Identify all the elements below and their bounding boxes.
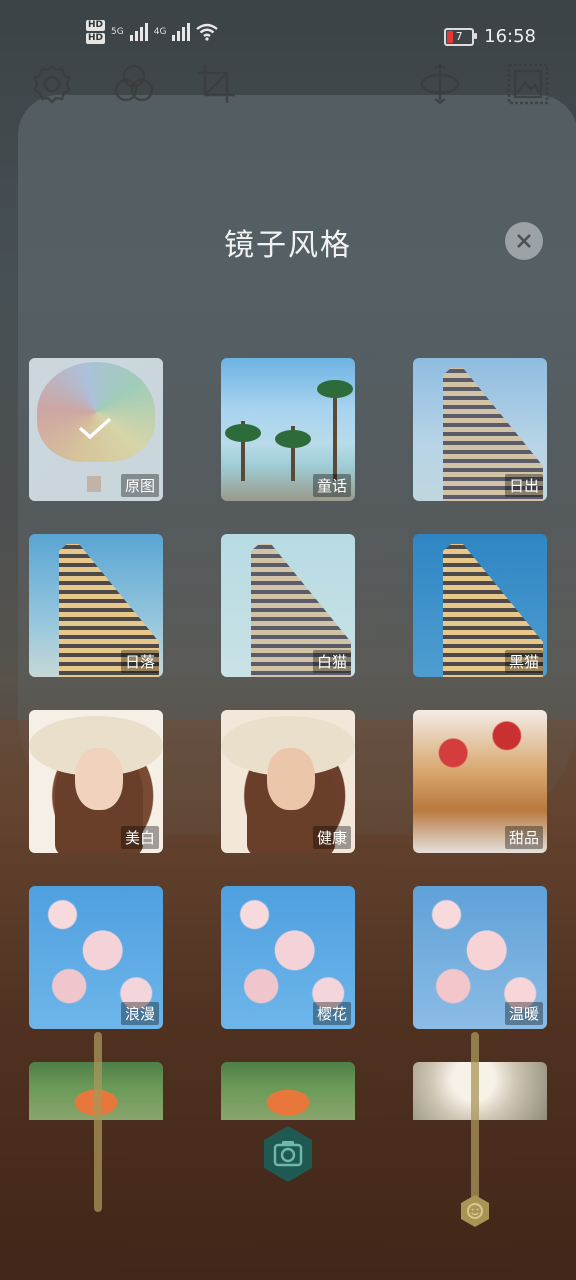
left-slider-track[interactable] [94,1032,102,1212]
tulip-thumbnail [221,1062,355,1120]
close-button[interactable] [505,222,543,260]
checkmark-icon [78,417,112,440]
style-tile-warm[interactable]: 温暖 [413,886,547,1029]
style-label: 白猫 [312,650,351,673]
style-tile-partial[interactable] [413,1062,547,1120]
style-label: 美白 [120,826,159,849]
gallery-icon [507,63,549,105]
settings-button[interactable] [26,58,78,110]
style-label: 日落 [120,650,159,673]
close-icon [517,234,531,248]
style-tile-black-cat[interactable]: 黑猫 [413,534,547,677]
style-tile-romantic[interactable]: 浪漫 [29,886,163,1029]
shutter-button[interactable] [258,1124,318,1184]
sim1-network-label: 5G [111,27,124,37]
style-label: 健康 [312,826,351,849]
gear-icon [33,64,71,104]
wifi-icon [196,23,219,41]
style-tile-partial[interactable] [221,1062,355,1120]
style-label: 甜品 [504,826,543,849]
style-tile-original[interactable]: 原图 [29,358,163,501]
style-tile-sunrise[interactable]: 日出 [413,358,547,501]
signal-icon [172,23,191,41]
style-tile-healthy[interactable]: 健康 [221,710,355,853]
style-tile-white-cat[interactable]: 白猫 [221,534,355,677]
hd-badge-1: HD [86,20,106,31]
clock: 16:58 [484,26,536,47]
camera-icon [264,1126,312,1182]
crop-button[interactable] [190,58,242,110]
light-thumbnail [413,1062,547,1120]
gallery-button[interactable] [502,58,554,110]
battery-level: 7 [455,29,463,43]
style-tile-fairytale[interactable]: 童话 [221,358,355,501]
beauty-icon[interactable] [458,1194,492,1228]
panel-title: 镜子风格 [224,228,352,263]
rotate-icon [420,63,460,105]
right-slider-track[interactable] [471,1032,479,1202]
switch-camera-button[interactable] [414,58,466,110]
style-label: 原图 [120,474,159,497]
crop-icon [197,65,235,103]
style-label: 樱花 [312,1002,351,1025]
circles-icon [114,64,154,102]
style-tile-sakura[interactable]: 樱花 [221,886,355,1029]
style-tile-sunset[interactable]: 日落 [29,534,163,677]
battery-icon: 7 [444,27,478,46]
sim2-network-label: 4G [153,27,167,37]
network-status: HD HD 5G 4G [86,20,219,44]
hd-badge-2: HD [86,33,106,44]
signal-icon [129,23,148,41]
style-label: 童话 [312,474,351,497]
style-label: 日出 [504,474,543,497]
style-tile-dessert[interactable]: 甜品 [413,710,547,853]
style-label: 黑猫 [504,650,543,673]
camera-toolbar [0,58,576,118]
style-label: 浪漫 [120,1002,159,1025]
filter-button[interactable] [108,58,160,110]
style-tile-whitening[interactable]: 美白 [29,710,163,853]
style-label: 温暖 [504,1002,543,1025]
